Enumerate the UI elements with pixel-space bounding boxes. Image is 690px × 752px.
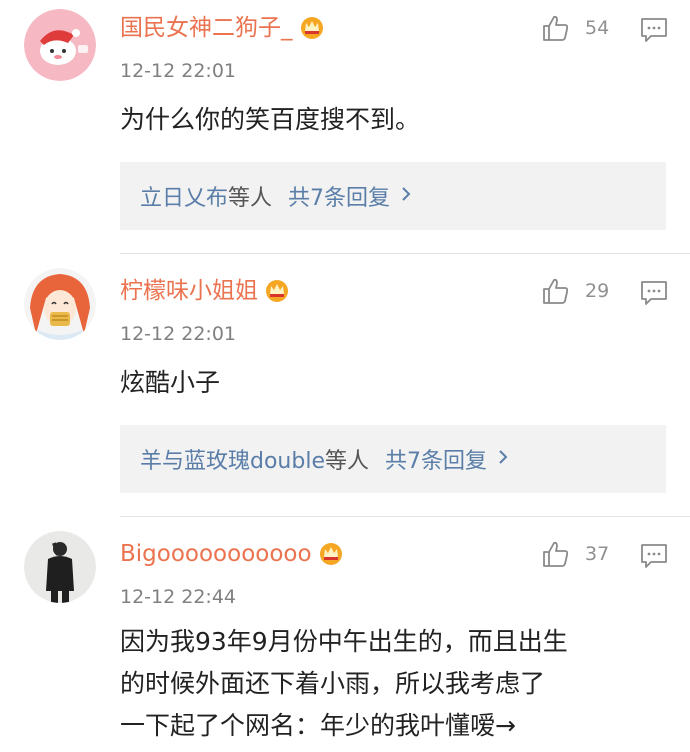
reply-suffix: 等人 xyxy=(228,186,273,211)
avatar-image xyxy=(24,531,96,603)
comment-item: 国民女神二狗子_ 12-12 22:01 54 为什么你的笑百度搜不到。 立日乂… xyxy=(0,5,690,245)
vip-crown-icon xyxy=(318,541,344,573)
reply-suffix: 等人 xyxy=(324,449,369,474)
reply-users: 立日乂布 xyxy=(140,186,229,211)
comment-text-line: 一下起了个网名：年少的我叶懂嗳→ xyxy=(120,711,516,740)
comment-text: 因为我93年9月份中午出生的，而且出生 的时候外面还下着小雨，所以我考虑了 一下… xyxy=(120,621,668,747)
reply-count: 共7条回复 xyxy=(288,186,391,211)
avatar[interactable] xyxy=(24,268,96,340)
reply-button[interactable] xyxy=(640,543,668,573)
like-count: 29 xyxy=(585,280,610,302)
reply-users: 羊与蓝玫瑰double xyxy=(140,449,325,474)
username-text: 柠檬味小姐姐 xyxy=(120,278,258,304)
timestamp: 12-12 22:01 xyxy=(120,323,237,345)
reply-count: 共7条回复 xyxy=(385,449,487,474)
comment-icon xyxy=(641,544,667,568)
vip-crown-icon xyxy=(299,15,325,47)
vip-crown-icon xyxy=(264,278,290,310)
reply-button[interactable] xyxy=(640,280,668,310)
like-count: 37 xyxy=(585,543,610,565)
reply-button[interactable] xyxy=(640,17,668,47)
like-button[interactable]: 29 xyxy=(541,276,609,306)
divider xyxy=(120,516,690,517)
like-button[interactable]: 37 xyxy=(541,539,609,569)
like-button[interactable]: 54 xyxy=(541,13,609,43)
avatar-image xyxy=(24,9,96,81)
chevron-right-icon xyxy=(497,447,509,472)
comment-text: 为什么你的笑百度搜不到。 xyxy=(120,105,421,134)
username-text: Bigooooooooooo xyxy=(120,541,312,567)
avatar[interactable] xyxy=(24,9,96,81)
chevron-right-icon xyxy=(400,184,412,209)
avatar-image xyxy=(24,268,96,340)
avatar[interactable] xyxy=(24,531,96,603)
comment-text: 炫酷小子 xyxy=(120,368,221,397)
replies-preview[interactable]: 立日乂布 等人 共7条回复 xyxy=(120,162,666,230)
comment-icon xyxy=(641,281,667,305)
comment-item: 柠檬味小姐姐 12-12 22:01 29 炫酷小子 羊与蓝玫瑰double 等人… xyxy=(0,268,690,508)
username[interactable]: Bigooooooooooo xyxy=(120,539,344,573)
like-count: 54 xyxy=(585,17,610,39)
username[interactable]: 国民女神二狗子_ xyxy=(120,13,325,47)
comment-icon xyxy=(641,18,667,42)
username[interactable]: 柠檬味小姐姐 xyxy=(120,276,290,310)
username-text: 国民女神二狗子_ xyxy=(120,15,293,41)
divider xyxy=(120,253,690,254)
thumbs-up-icon xyxy=(543,541,569,567)
replies-preview[interactable]: 羊与蓝玫瑰double 等人 共7条回复 xyxy=(120,425,666,493)
comment-item: Bigooooooooooo 12-12 22:44 37 因为我93年9月份中… xyxy=(0,531,690,752)
comment-text-line: 因为我93年9月份中午出生的，而且出生 xyxy=(120,627,568,656)
timestamp: 12-12 22:44 xyxy=(120,586,237,608)
thumbs-up-icon xyxy=(543,15,569,41)
thumbs-up-icon xyxy=(543,278,569,304)
comment-feed: 国民女神二狗子_ 12-12 22:01 54 为什么你的笑百度搜不到。 立日乂… xyxy=(0,0,690,752)
comment-text-line: 的时候外面还下着小雨，所以我考虑了 xyxy=(120,669,546,698)
timestamp: 12-12 22:01 xyxy=(120,60,237,82)
